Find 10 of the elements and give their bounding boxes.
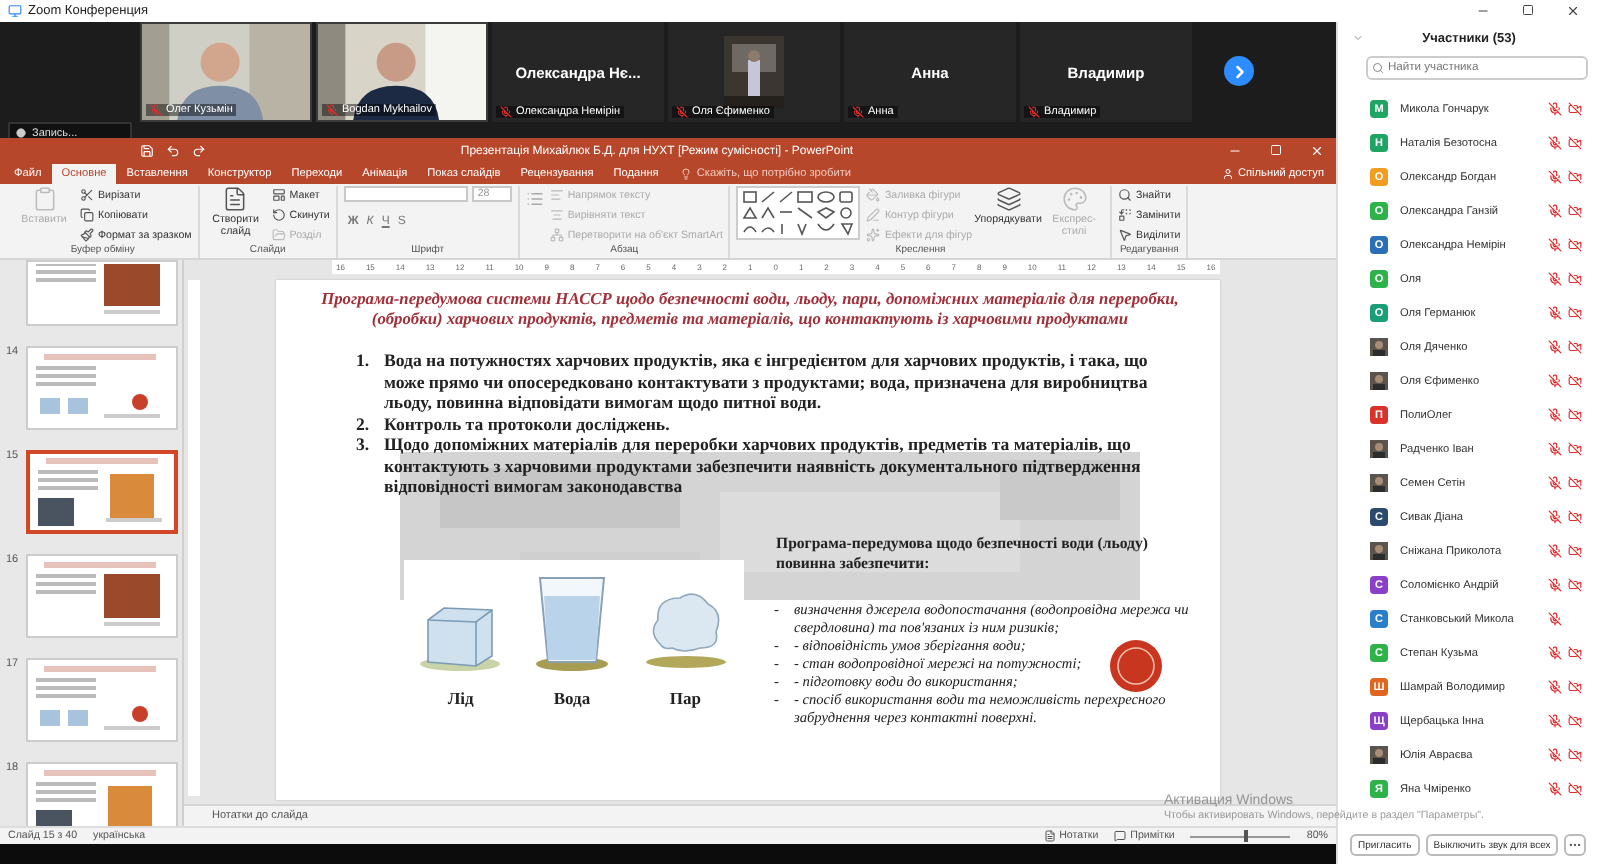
list-number: 1. [356, 350, 372, 374]
list-number: 2. [356, 413, 372, 434]
image-caption: Пар [669, 688, 701, 708]
image-caption: Вода [553, 688, 591, 708]
image-caption: Лід [447, 688, 474, 708]
list-item: Контроль та протоколи досліджень. [384, 413, 670, 434]
list-item: Вода на потужностях харчових продуктів, яка є інгредієнтом для харчових продуктів, і така, що може прямо чи опосередковано контактувати з продуктами; вода, призначена для виробництва льоду, повинна відповідати вимогам щодо питної води. [384, 350, 1150, 413]
slide-title: Програма-передумова системи НАССР щодо безпечності води, льоду, пари, допоміжних матеріалів для переробки, (обробки) харчових продуктів, предметів та матеріалів, що контактують із харчовими продуктами [320, 290, 1180, 330]
list-number: 3. [356, 434, 372, 458]
list-item: Щодо допоміжних матеріалів для переробки харчових продуктів, предметів та матеріалів, що контактують з харчовими продуктами забезпечити наявність документального підтвердження відповідності вимогам законодавства [384, 434, 1143, 497]
